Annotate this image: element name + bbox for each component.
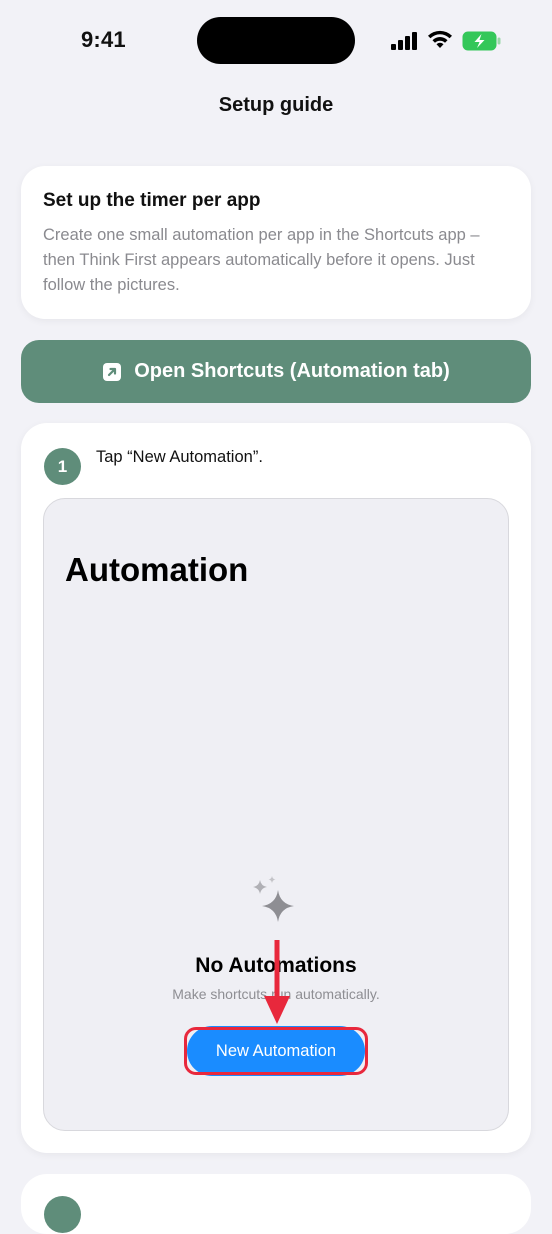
step-number: 1 xyxy=(44,448,81,485)
status-time: 9:41 xyxy=(81,27,126,52)
status-bar: 9:41 xyxy=(0,0,552,80)
highlight-frame xyxy=(184,1027,368,1075)
sparkles-icon xyxy=(253,876,294,922)
step-card-2 xyxy=(21,1174,531,1234)
battery-charging-icon xyxy=(462,31,501,51)
wifi-icon xyxy=(428,30,452,48)
step-instruction: Tap “New Automation”. xyxy=(96,448,263,466)
intro-title: Set up the timer per app xyxy=(43,190,261,211)
open-shortcuts-label: Open Shortcuts (Automation tab) xyxy=(134,360,450,382)
arrow-down-icon xyxy=(264,940,290,1024)
intro-card: Set up the timer per app Create one smal… xyxy=(21,166,531,319)
open-shortcuts-button[interactable]: Open Shortcuts (Automation tab) xyxy=(21,340,531,403)
cellular-signal-icon xyxy=(391,32,417,50)
arrow-up-right-square-icon xyxy=(103,362,122,381)
step-number-2 xyxy=(44,1196,81,1233)
screenshot-title: Automation xyxy=(65,551,249,588)
page-title: Setup guide xyxy=(218,94,334,116)
intro-body: Create one small automation per app in t… xyxy=(43,226,480,294)
dynamic-island xyxy=(197,17,355,64)
